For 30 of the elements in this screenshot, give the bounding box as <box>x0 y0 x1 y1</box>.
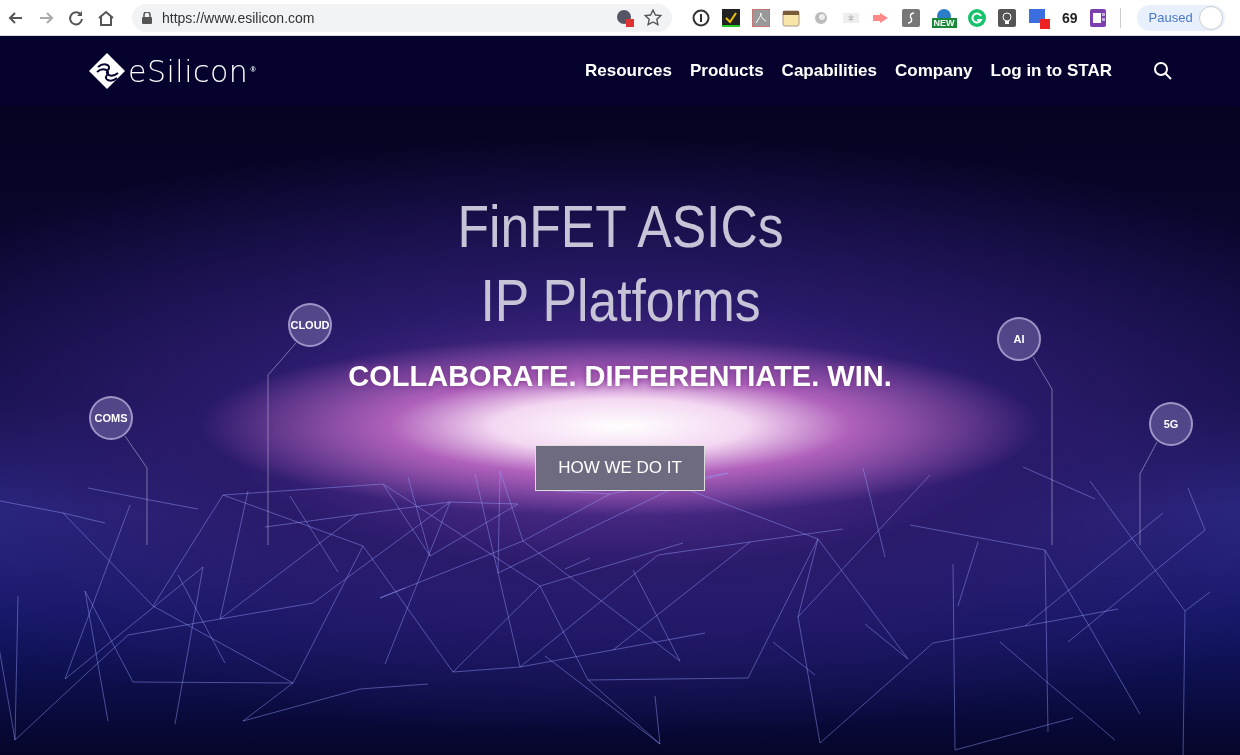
new-badge: NEW <box>931 17 957 28</box>
avatar-circle <box>1198 5 1223 30</box>
address-bar[interactable]: https://www.esilicon.com <box>132 3 672 32</box>
translate-blocked-icon[interactable] <box>616 8 634 27</box>
pdf-extension-icon[interactable] <box>752 8 770 27</box>
market-node[interactable]: 5G <box>1149 402 1193 446</box>
notepad-extension-icon[interactable] <box>782 8 800 27</box>
extension-count[interactable]: 69 <box>1062 9 1078 26</box>
lock-icon <box>142 11 152 24</box>
bookmark-star-icon[interactable] <box>644 8 662 27</box>
how-we-do-it-button[interactable]: HOW WE DO IT <box>535 445 705 491</box>
checkmark-extension-icon[interactable] <box>722 8 740 27</box>
url-text: https://www.esilicon.com <box>162 9 316 26</box>
nav-link[interactable]: Products <box>689 61 764 81</box>
market-node[interactable]: COMS <box>89 396 133 440</box>
lightbulb-extension-icon[interactable] <box>998 8 1016 27</box>
info-circle-icon[interactable] <box>692 8 710 27</box>
nav-link[interactable]: Resources <box>585 61 672 81</box>
window-extension-icon[interactable] <box>1028 6 1050 29</box>
hero-headline: FinFET ASICs IP Platforms <box>457 192 783 336</box>
hero-tagline: COLLABORATE. DIFFERENTIATE. WIN. <box>348 360 892 393</box>
market-node[interactable]: CLOUD <box>288 303 332 347</box>
nav-link[interactable]: Company <box>895 61 973 81</box>
nav-link[interactable]: Capabilities <box>781 61 878 81</box>
profile-button[interactable]: Paused <box>1136 4 1225 31</box>
market-node[interactable]: AI <box>997 317 1041 361</box>
nav-link[interactable]: Log in to STAR <box>990 61 1112 81</box>
diamond-logo-icon <box>88 52 126 90</box>
search-icon[interactable] <box>1154 62 1172 80</box>
globe-new-extension[interactable]: NEW <box>932 7 956 28</box>
